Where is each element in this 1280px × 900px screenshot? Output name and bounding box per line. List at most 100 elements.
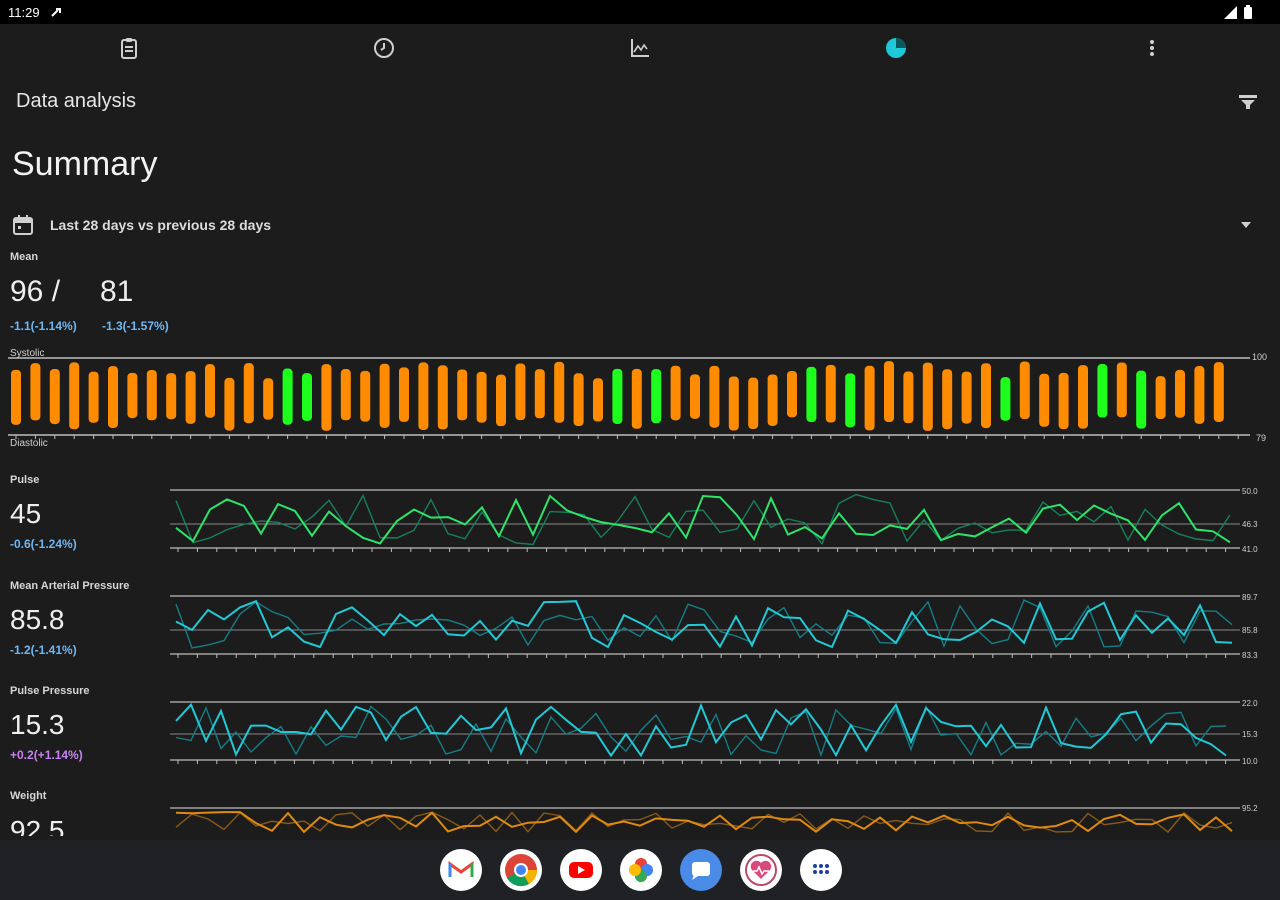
history-icon [374, 38, 394, 58]
bp-bar [69, 362, 80, 430]
pp-max-label: 22.0 [1242, 699, 1258, 708]
gmail-app[interactable] [440, 849, 482, 891]
bp-bar [1078, 365, 1088, 429]
photos-app[interactable] [620, 849, 662, 891]
analysis-pie-icon [886, 38, 906, 58]
bp-bar [864, 365, 875, 431]
bp-bar [437, 365, 448, 430]
chevron-down-icon [1241, 222, 1251, 228]
battery-icon [1244, 5, 1252, 19]
more-vert-icon [1150, 40, 1154, 56]
bp-bar [166, 373, 177, 420]
bp-bar [612, 368, 623, 424]
bp-bar [1019, 361, 1030, 420]
bp-bar [515, 363, 526, 421]
clipboard-icon [121, 38, 137, 59]
pp-min-label: 10.0 [1242, 757, 1258, 766]
chart-icon [631, 39, 649, 57]
bp-bar [224, 377, 235, 431]
bp-bar [88, 371, 99, 423]
pulse-current-line [175, 494, 1231, 545]
page-title: Data analysis [16, 90, 137, 112]
period-selector[interactable]: Last 28 days vs previous 28 days [0, 208, 1280, 242]
chrome-app[interactable] [500, 849, 542, 891]
bp-bar [1058, 372, 1069, 430]
bp-bar [127, 372, 138, 419]
period-label: Last 28 days vs previous 28 days [50, 217, 272, 233]
weight-label: Weight [10, 790, 47, 802]
bp-bar [942, 369, 953, 430]
bp-bottom-label: Diastolic [10, 438, 48, 449]
bp-max-label: 100 [1252, 352, 1267, 362]
bp-bar [399, 367, 409, 422]
pulse-chart: 50.0 46.3 41.0 [170, 487, 1258, 554]
status-time: 11:29 [8, 5, 40, 20]
weight-max-label: 95.2 [1242, 804, 1258, 813]
messages-icon [692, 862, 710, 880]
messages-app[interactable] [680, 849, 722, 891]
youtube-icon [569, 862, 593, 878]
bp-bar [49, 368, 60, 425]
app-drawer-button[interactable] [800, 849, 842, 891]
more-options-button[interactable] [1138, 34, 1166, 62]
systolic-mean-value: 96 / [10, 275, 61, 308]
pulse-max-label: 50.0 [1242, 487, 1258, 496]
bp-bar [573, 373, 584, 427]
bp-bar [534, 369, 545, 419]
status-bar: 11:29 [0, 0, 1280, 24]
systolic-delta: -1.1(-1.14%) [10, 319, 77, 333]
bp-bar [263, 378, 274, 420]
filter-button[interactable] [1236, 90, 1260, 114]
bp-bar [302, 373, 312, 421]
bp-bar [379, 363, 390, 428]
pulse-min-label: 41.0 [1242, 545, 1258, 554]
signal-icon [1224, 6, 1237, 19]
mean-label: Mean [10, 251, 39, 263]
notification-icon [51, 8, 61, 17]
weight-chart: 95.2 [170, 804, 1258, 834]
weight-value: 92.5 [10, 815, 65, 836]
top-navigation [0, 24, 1280, 72]
diastolic-mean-value: 81 [100, 275, 134, 308]
calendar-icon [13, 215, 33, 235]
filter-icon [1239, 95, 1257, 109]
bp-bar [981, 363, 991, 429]
bp-bar [1175, 369, 1185, 418]
bp-bar [670, 365, 681, 421]
history-tab[interactable] [370, 34, 398, 62]
bp-bar [922, 362, 933, 431]
summary-heading: Summary [12, 145, 158, 183]
log-tab[interactable] [115, 34, 143, 62]
photos-icon [629, 858, 653, 882]
bp-bar [1116, 362, 1127, 418]
chart-tab[interactable] [626, 34, 654, 62]
bp-bar [903, 371, 914, 424]
map-value: 85.8 [10, 604, 65, 635]
bp-bar [787, 370, 797, 418]
bp-bar [496, 374, 506, 427]
bp-bar [360, 370, 371, 422]
map-chart: 89.7 85.8 83.3 [170, 593, 1258, 660]
bp-bar [185, 371, 196, 424]
health-app[interactable] [740, 849, 782, 891]
analysis-tab[interactable] [882, 34, 910, 62]
youtube-app[interactable] [560, 849, 602, 891]
bp-bar [340, 369, 351, 421]
bp-bar [11, 369, 21, 425]
bp-min-label: 79 [1256, 433, 1266, 443]
bp-bar [767, 374, 778, 426]
bp-bar [1194, 366, 1205, 424]
bp-bar [961, 371, 972, 424]
bp-bar [631, 368, 642, 429]
bp-bar [1155, 376, 1166, 420]
pulse-label: Pulse [10, 474, 40, 486]
map-delta: -1.2(-1.41%) [10, 643, 77, 657]
bp-bar [748, 377, 759, 430]
bp-bar [593, 378, 603, 422]
bp-bar [243, 363, 254, 424]
chrome-icon [505, 854, 538, 887]
pp-current-line [175, 702, 1227, 758]
bp-bar [554, 361, 565, 423]
pp-mid-label: 15.3 [1242, 730, 1258, 739]
pulse-previous-line [175, 493, 1231, 546]
